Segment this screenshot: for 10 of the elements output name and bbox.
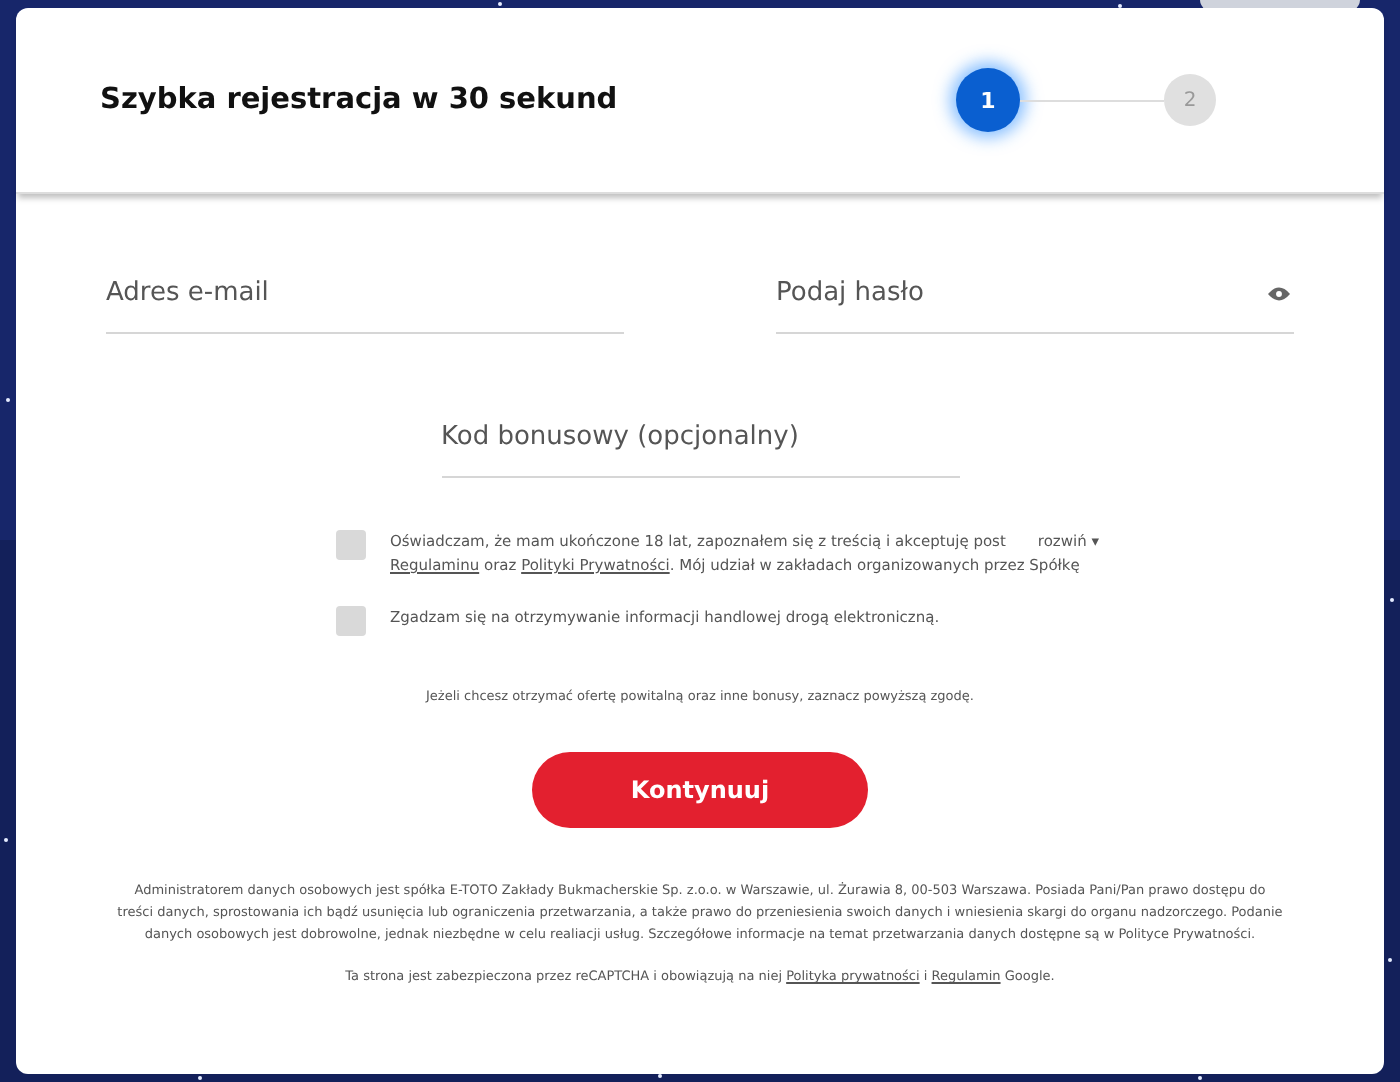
password-field[interactable]: Podaj hasło [776, 254, 1294, 334]
checkbox[interactable] [336, 530, 366, 560]
checkbox[interactable] [336, 606, 366, 636]
eye-icon[interactable] [1268, 286, 1290, 302]
continue-button[interactable]: Kontynuuj [532, 752, 868, 828]
step-indicator: 2 [1164, 74, 1216, 126]
bonus-code-field[interactable]: Kod bonusowy (opcjonalny) [441, 398, 959, 478]
form-title: Szybka rejestracja w 30 sekund [100, 84, 618, 116]
email-field[interactable]: Adres e-mail [106, 254, 624, 334]
step-indicator: 1 [956, 68, 1020, 132]
